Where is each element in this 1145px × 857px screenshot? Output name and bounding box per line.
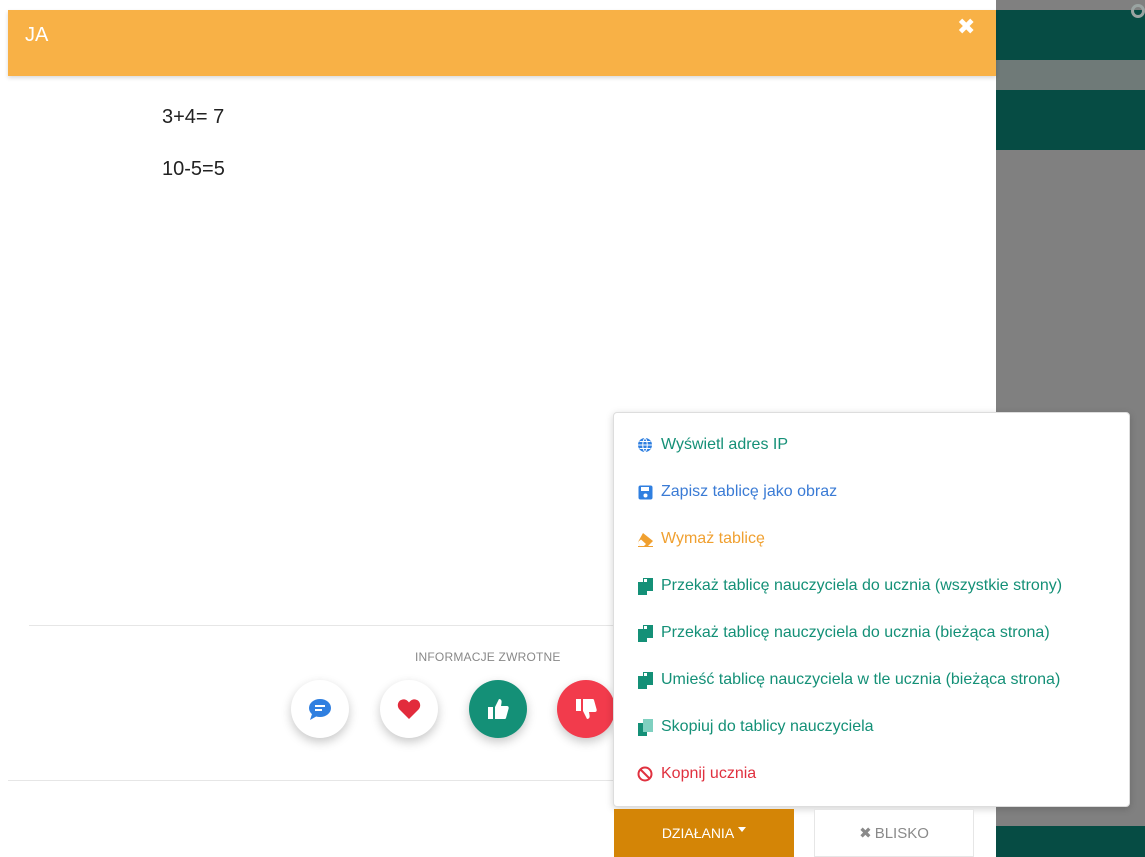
menu-item-label: Umieść tablicę nauczyciela w tle ucznia … xyxy=(661,671,1061,688)
copy-icon xyxy=(636,577,654,595)
menu-item-place-background[interactable]: Umieść tablicę nauczyciela w tle ucznia … xyxy=(636,668,1060,692)
ban-icon xyxy=(636,765,654,783)
close-icon: ✖ xyxy=(859,825,872,842)
menu-item-show-ip[interactable]: Wyświetl adres IP xyxy=(636,433,788,457)
actions-button-label: DZIAŁANIA xyxy=(661,825,735,841)
board-text-line: 3+4= 7 xyxy=(162,106,225,128)
menu-item-label: Przekaż tablicę nauczyciela do ucznia (w… xyxy=(661,577,1063,594)
menu-item-label: Zapisz tablicę jako obraz xyxy=(661,483,838,500)
caret-down-icon xyxy=(738,826,747,832)
feedback-label: INFORMACJE ZWROTNE xyxy=(415,650,561,664)
close-icon[interactable]: ✖ xyxy=(957,14,975,40)
heart-icon xyxy=(397,699,421,719)
background-corner-icon xyxy=(1131,4,1145,18)
menu-item-label: Wymaż tablicę xyxy=(661,530,765,547)
feedback-like-button[interactable] xyxy=(469,680,527,738)
eraser-icon xyxy=(636,530,654,548)
menu-item-kick-student[interactable]: Kopnij ucznia xyxy=(636,762,756,786)
menu-item-erase-board[interactable]: Wymaż tablicę xyxy=(636,527,765,551)
background-topbar xyxy=(996,10,1145,60)
copy-icon xyxy=(636,624,654,642)
menu-item-save-board[interactable]: Zapisz tablicę jako obraz xyxy=(636,480,837,504)
menu-item-label: Kopnij ucznia xyxy=(661,765,757,782)
divider xyxy=(8,780,613,781)
globe-icon xyxy=(636,436,654,454)
background-strip xyxy=(996,60,1145,90)
close-button[interactable]: ✖ BLISKO xyxy=(814,809,974,857)
thumbs-down-icon xyxy=(576,699,597,719)
menu-item-transfer-current-page[interactable]: Przekaż tablicę nauczyciela do ucznia (b… xyxy=(636,621,1050,645)
feedback-dislike-button[interactable] xyxy=(557,680,615,738)
actions-button[interactable]: DZIAŁANIA xyxy=(614,809,794,857)
board-text-line: 10-5=5 xyxy=(162,158,225,180)
menu-item-label: Wyświetl adres IP xyxy=(661,436,788,453)
divider xyxy=(29,625,619,626)
feedback-heart-button[interactable] xyxy=(380,680,438,738)
close-button-label: BLISKO xyxy=(874,824,929,842)
menu-item-label: Przekaż tablicę nauczyciela do ucznia (b… xyxy=(661,624,1050,641)
actions-dropdown-menu: Wyświetl adres IP Zapisz tablicę jako ob… xyxy=(613,412,1130,807)
thumbs-up-icon xyxy=(488,699,509,719)
modal-header: JA ✖ xyxy=(8,10,996,76)
save-icon xyxy=(636,483,654,501)
menu-item-label: Skopiuj do tablicy nauczyciela xyxy=(661,718,874,735)
copy-outline-icon xyxy=(636,718,654,736)
background-band xyxy=(996,90,1145,150)
background-bottom-bar xyxy=(996,826,1145,857)
copy-icon xyxy=(636,671,654,689)
menu-item-copy-to-teacher[interactable]: Skopiuj do tablicy nauczyciela xyxy=(636,715,874,739)
comment-icon xyxy=(309,699,331,720)
menu-item-transfer-all-pages[interactable]: Przekaż tablicę nauczyciela do ucznia (w… xyxy=(636,574,1062,598)
modal-title: JA xyxy=(25,24,49,46)
feedback-comment-button[interactable] xyxy=(291,680,349,738)
